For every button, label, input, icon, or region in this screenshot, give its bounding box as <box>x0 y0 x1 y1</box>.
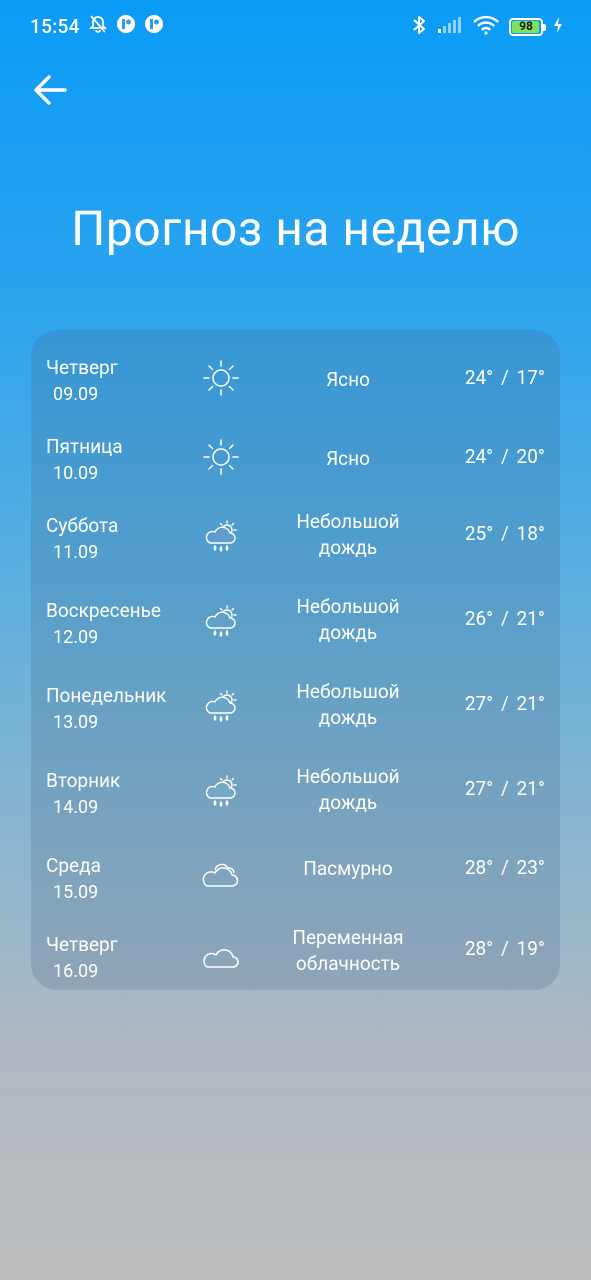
partly-cloudy-icon <box>203 949 239 968</box>
temperature-range: 25° / 18° <box>464 522 545 545</box>
forecast-card: Четверг 09.09 Ясно 24° / 17° Пятница 10.… <box>31 330 560 990</box>
forecast-row: Среда 15.09 Пасмурно 28° / 23° <box>31 836 560 916</box>
day-date: 13.09 <box>53 712 99 733</box>
day-name: Четверг <box>46 933 118 956</box>
condition-line: Пасмурно <box>303 857 393 880</box>
bell-off-icon <box>88 14 108 38</box>
signal-icon <box>437 16 463 38</box>
day-name: Воскресенье <box>46 599 162 622</box>
weather-condition: Пасмурно <box>271 856 425 882</box>
battery-tip <box>543 24 546 31</box>
page-title: Прогноз на неделю <box>71 200 520 257</box>
condition-line: Ясно <box>326 447 370 470</box>
weather-condition: Небольшой дождь <box>271 594 425 646</box>
temperature-range: 28° / 23° <box>464 856 545 879</box>
day-date: 09.09 <box>53 384 99 405</box>
temperature-range: 27° / 21° <box>464 692 545 715</box>
day-date: 11.09 <box>53 542 99 563</box>
app-notification-icon <box>144 14 164 38</box>
back-button[interactable] <box>26 66 74 114</box>
temperature-range: 24° / 20° <box>464 445 545 468</box>
temperature-range: 26° / 21° <box>464 607 545 630</box>
sunny-icon <box>203 360 239 396</box>
temperature-range: 28° / 19° <box>464 937 545 960</box>
forecast-row: Суббота 11.09 Небольшой дождь 25° / 18° <box>31 496 560 576</box>
bluetooth-icon <box>411 14 427 40</box>
condition-line: Небольшой <box>296 680 400 703</box>
weather-condition: Ясно <box>271 367 425 393</box>
condition-line: дождь <box>318 621 378 644</box>
condition-line: Небольшой <box>296 510 400 533</box>
battery-icon: 98 <box>509 18 546 36</box>
day-name: Суббота <box>46 514 119 537</box>
app-notification-icon <box>116 14 136 38</box>
day-date: 12.09 <box>53 627 99 648</box>
wifi-icon <box>473 15 499 39</box>
battery-level: 98 <box>519 19 533 33</box>
condition-line: Ясно <box>326 368 370 391</box>
day-name: Пятница <box>46 435 123 458</box>
day-name: Среда <box>46 854 101 877</box>
status-time: 15:54 <box>30 14 80 38</box>
forecast-row: Пятница 10.09 Ясно 24° / 20° <box>31 417 560 497</box>
status-right: 98 <box>411 14 563 40</box>
day-date: 14.09 <box>53 797 99 818</box>
light-rain-icon <box>205 605 237 637</box>
status-left: 15:54 <box>30 14 164 38</box>
condition-line: дождь <box>318 536 378 559</box>
forecast-row: Четверг 09.09 Ясно 24° / 17° <box>31 338 560 418</box>
sunny-icon <box>203 439 239 475</box>
light-rain-icon <box>205 775 237 807</box>
day-name: Четверг <box>46 356 118 379</box>
weather-condition: Переменная облачность <box>271 925 425 977</box>
light-rain-icon <box>205 520 237 552</box>
arrow-left-icon <box>34 75 67 105</box>
weather-condition: Небольшой дождь <box>271 764 425 816</box>
forecast-row: Четверг 16.09 Переменная облачность 28° … <box>31 915 560 995</box>
light-rain-icon <box>205 690 237 722</box>
day-name: Вторник <box>46 769 121 792</box>
condition-line: дождь <box>318 791 378 814</box>
weather-condition: Ясно <box>271 446 425 472</box>
charging-icon <box>553 17 563 37</box>
condition-line: облачность <box>295 952 401 975</box>
weather-condition: Небольшой дождь <box>271 509 425 561</box>
status-bar: 15:54 98 <box>0 0 591 52</box>
temperature-range: 27° / 21° <box>464 777 545 800</box>
condition-line: дождь <box>318 706 378 729</box>
day-date: 15.09 <box>53 882 99 903</box>
day-date: 16.09 <box>53 961 99 982</box>
temperature-range: 24° / 17° <box>464 366 545 389</box>
day-name: Понедельник <box>46 684 167 707</box>
day-date: 10.09 <box>53 463 99 484</box>
condition-line: Небольшой <box>296 595 400 618</box>
forecast-row: Понедельник 13.09 Небольшой дождь 27° / … <box>31 666 560 746</box>
forecast-row: Воскресенье 12.09 Небольшой дождь 26° / … <box>31 581 560 661</box>
weather-condition: Небольшой дождь <box>271 679 425 731</box>
condition-line: Небольшой <box>296 765 400 788</box>
overcast-icon <box>202 863 239 887</box>
forecast-row: Вторник 14.09 Небольшой дождь 27° / 21° <box>31 751 560 831</box>
condition-line: Переменная <box>292 926 404 949</box>
